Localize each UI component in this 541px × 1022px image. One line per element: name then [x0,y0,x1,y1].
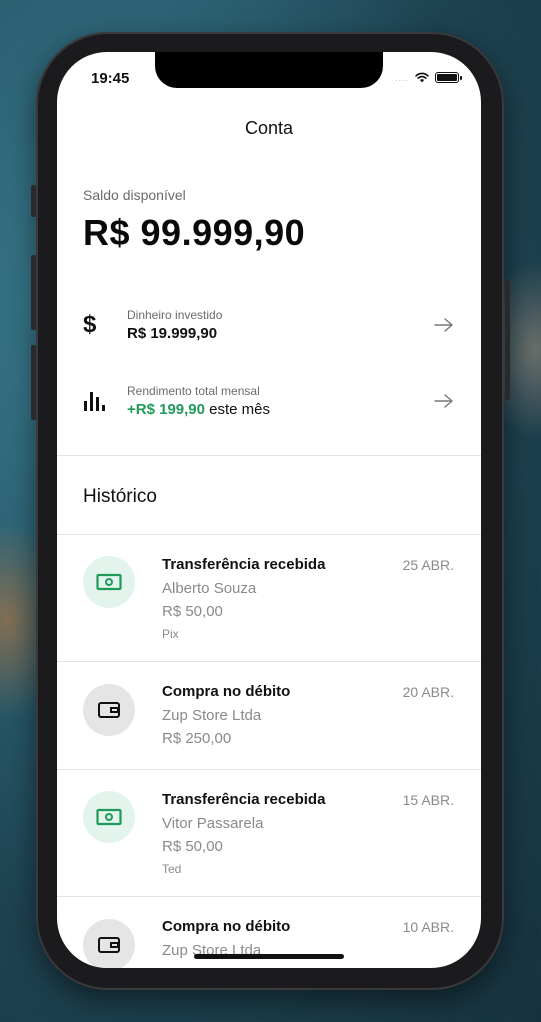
transaction-item[interactable]: Transferência recebida 15 ABR. Vitor Pas… [57,770,481,896]
transaction-amount: R$ 50,00 [162,838,223,855]
notch [155,52,383,88]
transaction-date: 10 ABR. [402,919,454,935]
transaction-date: 20 ABR. [402,684,454,700]
invested-value: R$ 19.999,90 [127,325,218,342]
status-time: 19:45 [91,70,130,87]
yield-label: Rendimento total mensal [127,384,260,398]
dollar-icon: $ [83,311,97,338]
arrow-right-icon [434,394,453,408]
wallet-icon [83,919,135,968]
banknote-icon [83,556,135,608]
phone-volume-up [31,255,36,330]
phone-volume-down [31,345,36,420]
transaction-type: Transferência recebida [162,556,326,573]
invested-money-row[interactable]: $ Dinheiro investido R$ 19.999,90 [83,301,455,349]
yield-suffix: este mês [204,401,271,418]
yield-value: +R$ 199,90 este mês [127,401,433,418]
transaction-party: Alberto Souza [162,580,257,597]
arrow-right-icon [434,318,453,332]
transaction-party: Zup Store Ltda [162,707,262,724]
wifi-icon [415,72,429,83]
transaction-date: 15 ABR. [402,792,454,808]
page-title: Conta [244,118,294,138]
transaction-item[interactable]: Transferência recebida 25 ABR. Alberto S… [57,535,481,661]
transaction-method: Pix [162,627,179,641]
banknote-icon [83,791,135,843]
phone-mute-switch [31,185,36,217]
status-icons: .... [394,72,462,83]
transaction-amount: R$ 50,00 [162,603,223,620]
bar-chart-icon [83,390,113,412]
yield-amount: +R$ 199,90 [127,401,205,418]
battery-icon [435,72,462,83]
invested-label: Dinheiro investido [127,308,223,322]
wallet-icon [83,684,135,736]
balance-value: R$ 99.999,90 [83,212,306,253]
history-title: Histórico [83,486,157,507]
transaction-type: Compra no débito [162,683,291,700]
transaction-item[interactable]: Compra no débito 20 ABR. Zup Store Ltda … [57,662,481,769]
transaction-method: Ted [162,862,182,876]
section-divider [57,455,481,456]
transaction-type: Compra no débito [162,918,291,935]
transaction-party: Vitor Passarela [162,815,264,832]
home-indicator[interactable] [194,954,344,959]
monthly-yield-row[interactable]: Rendimento total mensal +R$ 199,90 este … [83,377,455,425]
app-screen: 19:45 .... Conta Saldo disponível R$ 99.… [57,52,481,968]
transaction-amount: R$ 250,00 [162,730,232,747]
transaction-date: 25 ABR. [402,557,454,573]
phone-power-button [505,280,510,400]
signal-icon: .... [394,72,409,83]
transaction-type: Transferência recebida [162,791,326,808]
balance-label: Saldo disponível [83,187,186,203]
